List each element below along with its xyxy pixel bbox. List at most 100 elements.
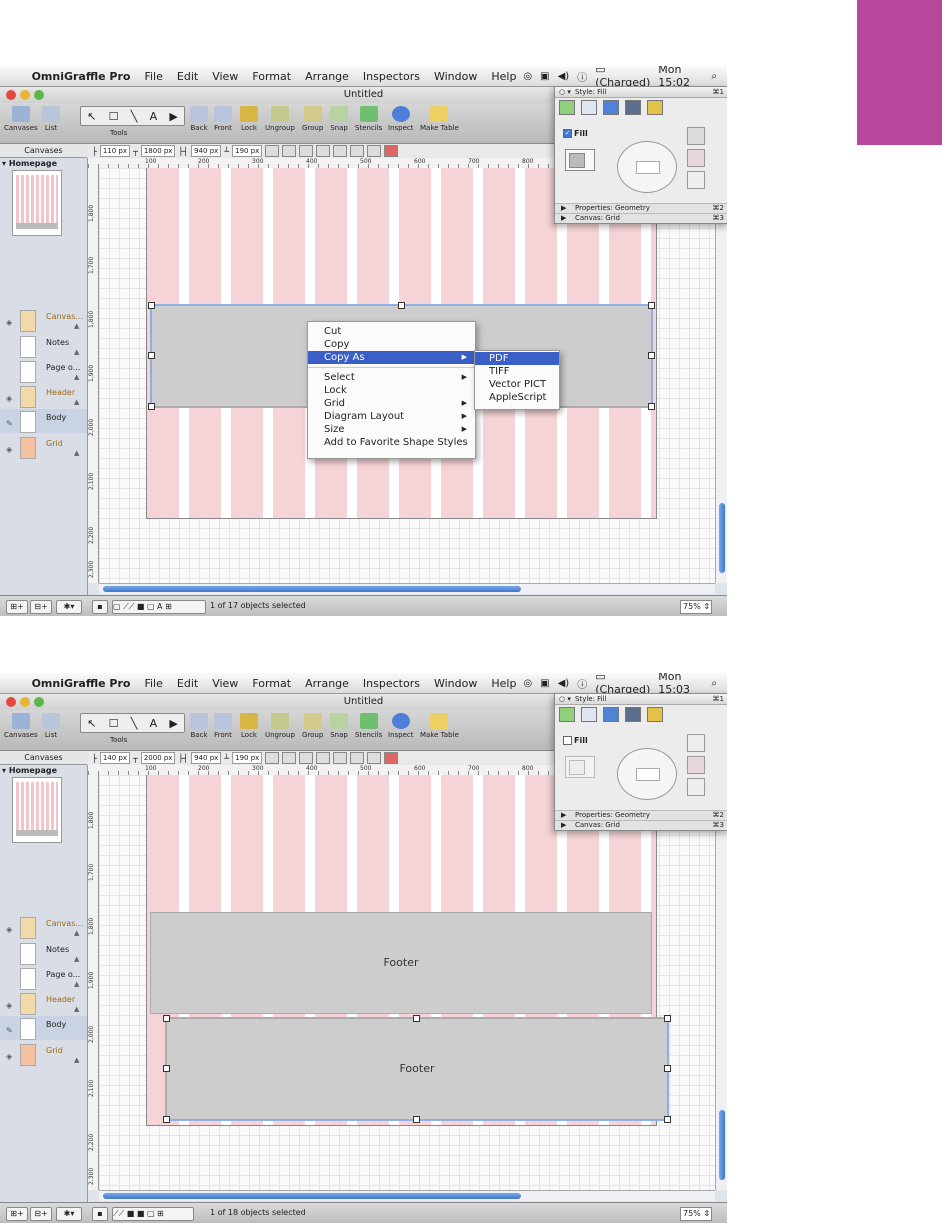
canvas-grid-row[interactable]: ▶ Canvas: Grid ⌘3 [555,820,727,830]
menu-view[interactable]: View [205,677,245,690]
fill-toggle[interactable]: ✓ Fill [563,129,588,138]
layer-page-outline[interactable]: Page o... ▲ [0,359,87,383]
shape-tool-icon[interactable]: ☐ [109,717,119,730]
magnet-icon[interactable] [384,145,399,157]
lock-icon[interactable]: ▲ [74,980,79,988]
align-center-icon[interactable] [299,145,314,157]
style-tray-icon[interactable]: ▪ [92,600,108,614]
resize-handle[interactable] [398,302,405,309]
inspector-collapse-icon[interactable]: ○ ▾ [559,695,571,703]
canvas-thumbnail[interactable] [12,777,62,843]
front-button[interactable]: Front [214,106,232,132]
magnet-icon[interactable] [384,752,399,764]
shadow-icon[interactable] [367,752,382,764]
canvas-homepage[interactable]: ▾ Homepage [2,159,57,168]
shared-layer-icon[interactable]: ◈ [6,1001,12,1010]
footer-shape[interactable]: Footer [150,912,652,1014]
resize-handle[interactable] [163,1116,170,1123]
menu-help[interactable]: Help [484,677,523,690]
drawing-canvas[interactable]: Footer Footer [99,775,715,1190]
minimize-window-button[interactable] [20,697,30,707]
lock-icon[interactable]: ▲ [74,1005,79,1013]
shared-layer-icon[interactable]: ◈ [6,445,12,454]
menu-inspectors[interactable]: Inspectors [356,70,427,83]
menu-item-grid[interactable]: Grid ▶ [308,397,475,410]
resize-handle[interactable] [664,1116,671,1123]
inspect-button[interactable]: Inspect [388,106,414,132]
x-position-field[interactable]: 110 px [99,145,130,157]
canvases-toolbar-button[interactable]: Canvases [4,106,38,132]
layer-notes[interactable]: Notes ▲ [0,941,87,965]
resize-handle[interactable] [664,1065,671,1072]
shadow-icon[interactable] [367,145,382,157]
y-position-field[interactable]: 1800 px [140,145,176,157]
resize-handle[interactable] [413,1116,420,1123]
menu-window[interactable]: Window [427,70,484,83]
resize-handle[interactable] [648,302,655,309]
resize-handle[interactable] [163,1015,170,1022]
menu-arrange[interactable]: Arrange [298,70,356,83]
close-window-button[interactable] [6,90,16,100]
fill-type-solid[interactable] [687,734,705,752]
zoom-select[interactable]: 75% ⇕ [680,1207,712,1221]
close-window-button[interactable] [6,697,16,707]
layer-grid[interactable]: ◈ Grid ▲ [0,1042,87,1066]
text-tool-icon[interactable]: A [150,717,158,730]
horizontal-scrollbar[interactable] [99,583,715,594]
fill-type-gradient[interactable] [687,756,705,774]
group-button[interactable]: Group [302,713,323,739]
resize-handle[interactable] [148,352,155,359]
add-layer-button[interactable]: ⊟+ [30,1207,52,1221]
back-button[interactable]: Back [190,713,208,739]
add-layer-button[interactable]: ⊟+ [30,600,52,614]
lock-icon[interactable]: ▲ [74,373,79,381]
more-tools-icon[interactable]: ▶ [169,110,177,123]
width-field[interactable]: 940 px [191,145,222,157]
text-tool-icon[interactable]: A [150,110,158,123]
menu-arrange[interactable]: Arrange [298,677,356,690]
align-right-icon[interactable] [316,145,331,157]
menu-item-select[interactable]: Select ▶ [308,371,475,384]
width-field[interactable]: 940 px [191,752,222,764]
menu-item-copy-as[interactable]: Copy As ▶ [308,351,475,364]
fill-tab-icon[interactable] [559,100,575,115]
menu-item-diagram-layout[interactable]: Diagram Layout ▶ [308,410,475,423]
group-button[interactable]: Group [302,106,323,132]
back-button[interactable]: Back [190,106,208,132]
horizontal-scroll-thumb[interactable] [103,586,521,592]
shared-layer-icon[interactable]: ◈ [6,925,12,934]
shared-layer-icon[interactable]: ◈ [6,1052,12,1061]
resize-handle[interactable] [648,352,655,359]
list-toolbar-button[interactable]: List [42,713,60,739]
line-color-well[interactable] [350,752,365,764]
align-left-icon[interactable] [282,752,297,764]
height-field[interactable]: 190 px [232,752,263,764]
menu-format[interactable]: Format [245,677,298,690]
time-machine-icon[interactable]: ◎ [523,678,532,689]
shadow-tab-icon[interactable] [603,100,619,115]
resize-handle[interactable] [413,1015,420,1022]
fill-toggle[interactable]: Fill [563,736,588,745]
fill-color-well[interactable] [265,145,280,157]
menu-window[interactable]: Window [427,677,484,690]
align-right-icon[interactable] [316,752,331,764]
lock-icon[interactable]: ▲ [74,1056,79,1064]
menu-item-add-favorite-style[interactable]: Add to Favorite Shape Styles [308,436,475,449]
spotlight-search-icon[interactable]: ⌕ [711,678,717,689]
front-button[interactable]: Front [214,713,232,739]
minimize-window-button[interactable] [20,90,30,100]
layer-notes[interactable]: Notes ▲ [0,334,87,358]
canvas-thumbnail[interactable] [12,170,62,236]
lock-button[interactable]: Lock [240,106,258,132]
layer-canvas[interactable]: ◈ Canvas... ▲ [0,915,87,939]
ungroup-button[interactable]: Ungroup [265,106,295,132]
y-position-field[interactable]: 2000 px [140,752,176,764]
add-canvas-button[interactable]: ⊞+ [6,600,28,614]
volume-icon[interactable]: ◀) [558,71,570,82]
shadow-tab-icon[interactable] [603,707,619,722]
time-machine-icon[interactable]: ◎ [523,71,532,82]
inspect-button[interactable]: Inspect [388,713,414,739]
resize-handle[interactable] [163,1065,170,1072]
stencils-button[interactable]: Stencils [355,713,382,739]
image-tab-icon[interactable] [625,100,641,115]
